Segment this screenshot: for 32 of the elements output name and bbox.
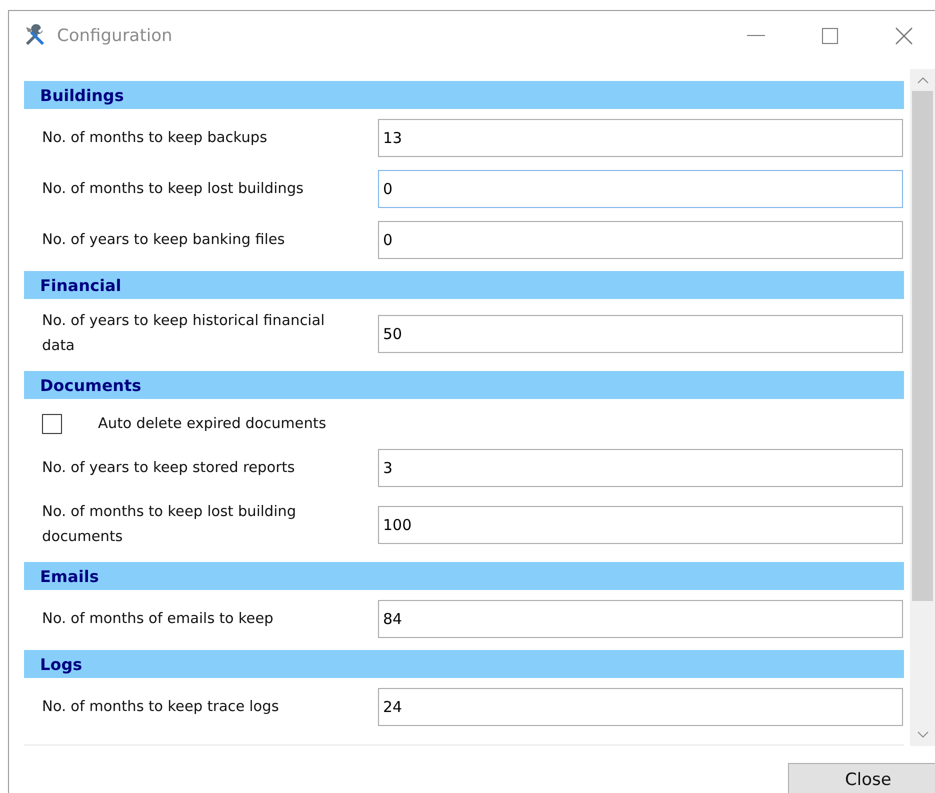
close-button[interactable]: Close <box>788 763 935 793</box>
field-label: No. of months to keep lost buildings <box>41 180 305 198</box>
input-field[interactable]: 0 <box>378 170 903 208</box>
section-header: Financial <box>24 271 904 299</box>
window-title: Configuration <box>57 26 172 46</box>
field-label: No. of months to keep trace logs <box>41 698 280 716</box>
field-label: No. of months of emails to keep <box>41 610 274 628</box>
input-field[interactable]: 13 <box>378 119 903 157</box>
scrollbar[interactable] <box>910 69 935 746</box>
field-label: No. of years to keep historical financial data <box>41 312 326 356</box>
close-icon[interactable] <box>895 27 913 45</box>
input-field[interactable]: 84 <box>378 600 903 638</box>
section-header: Documents <box>24 371 904 399</box>
field-label: No. of months to keep backups <box>41 128 268 148</box>
input-field[interactable]: 3 <box>378 449 903 487</box>
scroll-down-icon[interactable] <box>916 731 928 739</box>
field-label: No. of years to keep stored reports <box>41 458 296 478</box>
input-field[interactable]: 0 <box>378 221 903 259</box>
input-field[interactable]: 24 <box>378 688 903 726</box>
field-label: No. of years to keep banking files <box>41 230 286 250</box>
section-header: Buildings <box>24 81 904 109</box>
section-header: Emails <box>24 562 904 590</box>
field-label: No. of months to keep lost building documents <box>41 503 298 547</box>
minimize-icon[interactable] <box>747 35 765 37</box>
maximize-icon[interactable] <box>822 28 838 44</box>
checkbox-label: Auto delete expired documents <box>98 416 326 432</box>
input-field[interactable]: 100 <box>378 506 903 544</box>
tools-icon <box>23 24 47 48</box>
section-header: Logs <box>24 650 904 678</box>
checkbox[interactable] <box>42 414 62 434</box>
input-field[interactable]: 50 <box>378 315 903 353</box>
scroll-up-icon[interactable] <box>916 76 928 84</box>
